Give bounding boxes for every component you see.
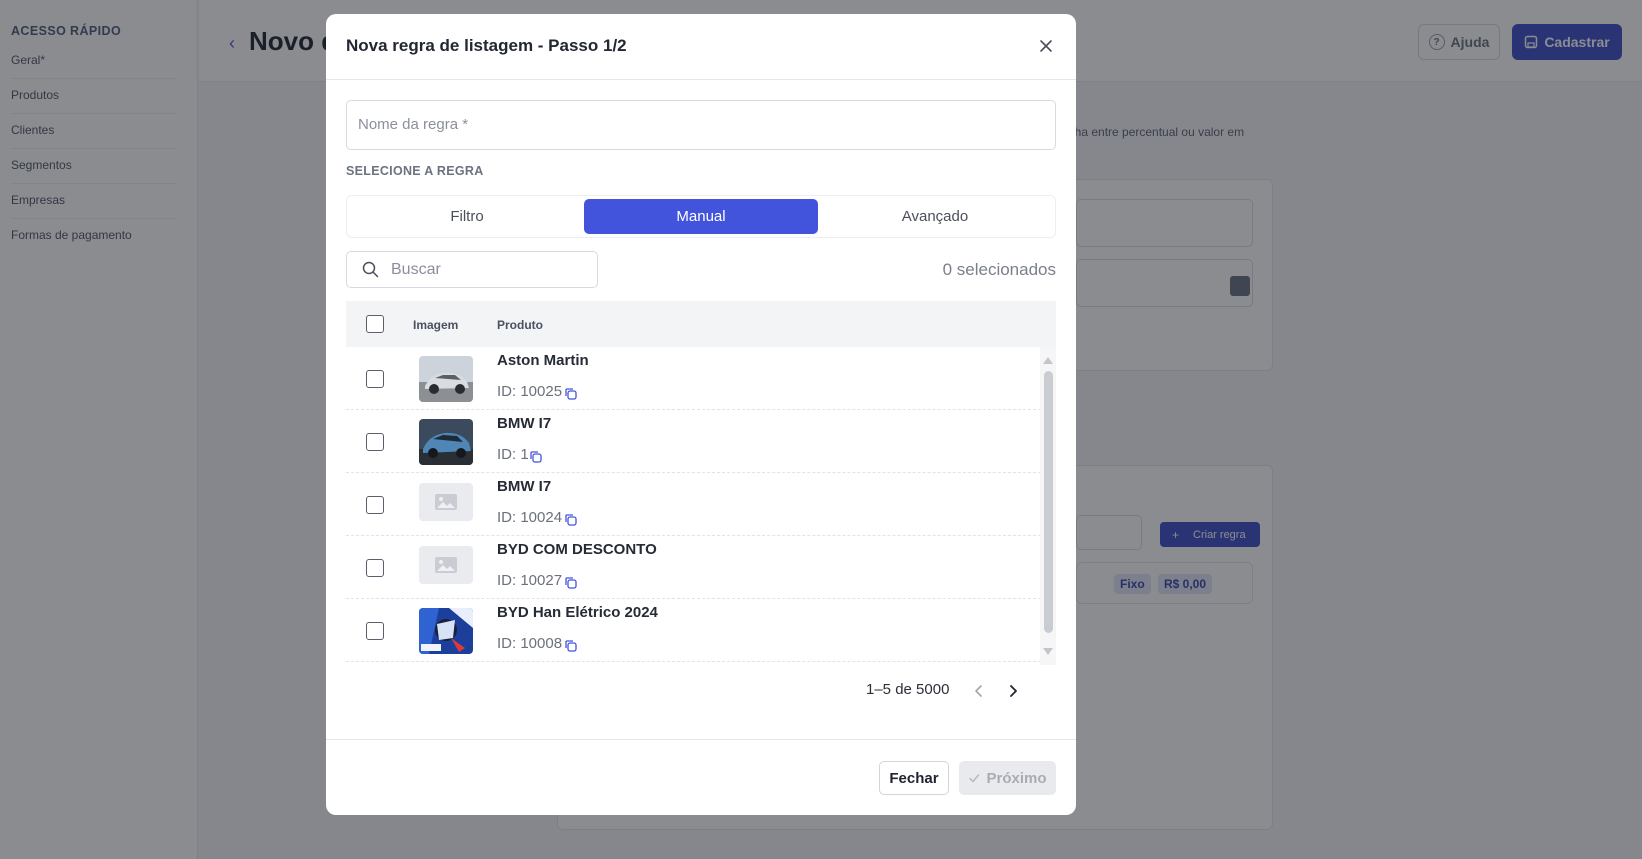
- product-id: ID: 10008: [497, 635, 563, 652]
- rule-name-input[interactable]: Nome da regra *: [346, 100, 1056, 150]
- tab-manual[interactable]: Manual: [584, 199, 818, 234]
- table-row[interactable]: BMW I7 ID: 1: [346, 410, 1056, 473]
- tab-avancado[interactable]: Avançado: [818, 199, 1052, 234]
- copy-icon[interactable]: [564, 639, 578, 653]
- product-id: ID: 10024: [497, 509, 563, 526]
- product-image: [419, 419, 473, 465]
- table-scrollbar[interactable]: [1040, 347, 1056, 665]
- product-id: ID: 1: [497, 446, 529, 463]
- row-checkbox[interactable]: [366, 370, 384, 388]
- product-image: [419, 608, 473, 654]
- close-button[interactable]: Fechar: [879, 761, 949, 795]
- table-row[interactable]: Aston Martin ID: 10025: [346, 347, 1056, 410]
- check-icon: [969, 774, 980, 783]
- copy-icon[interactable]: [564, 387, 578, 401]
- table-row[interactable]: BYD Han Elétrico 2024 ID: 10008: [346, 599, 1056, 662]
- row-checkbox[interactable]: [366, 433, 384, 451]
- table-row[interactable]: BMW I7 ID: 10024: [346, 473, 1056, 536]
- scroll-down-arrow-icon[interactable]: [1043, 648, 1053, 655]
- search-input[interactable]: [391, 260, 571, 279]
- image-placeholder-icon: [419, 546, 473, 584]
- row-checkbox[interactable]: [366, 559, 384, 577]
- table-row[interactable]: BYD COM DESCONTO ID: 10027: [346, 536, 1056, 599]
- scroll-up-arrow-icon[interactable]: [1043, 357, 1053, 364]
- selected-count: 0 selecionados: [942, 260, 1056, 279]
- tab-filtro[interactable]: Filtro: [350, 199, 584, 234]
- product-table: Imagem Produto Aston Martin ID: 10025 BM: [346, 301, 1056, 665]
- select-rule-label: SELECIONE A REGRA: [346, 164, 484, 178]
- copy-icon[interactable]: [564, 576, 578, 590]
- table-header: Imagem Produto: [346, 301, 1056, 347]
- image-placeholder-icon: [419, 483, 473, 521]
- close-icon[interactable]: [1036, 36, 1056, 56]
- column-header-image: Imagem: [413, 318, 459, 332]
- modal-title: Nova regra de listagem - Passo 1/2: [346, 36, 627, 55]
- modal-footer: Fechar Próximo: [326, 739, 1076, 815]
- next-button-label: Próximo: [986, 769, 1047, 787]
- row-checkbox[interactable]: [366, 622, 384, 640]
- row-checkbox[interactable]: [366, 496, 384, 514]
- next-button[interactable]: Próximo: [959, 761, 1056, 795]
- product-id: ID: 10027: [497, 572, 563, 589]
- product-name: BMW I7: [497, 415, 552, 432]
- column-header-product: Produto: [497, 318, 543, 332]
- chevron-right-icon[interactable]: [1004, 682, 1022, 700]
- copy-icon[interactable]: [564, 513, 578, 527]
- product-id: ID: 10025: [497, 383, 563, 400]
- copy-icon[interactable]: [529, 450, 543, 464]
- rule-type-tabs: Filtro Manual Avançado: [346, 195, 1056, 238]
- product-name: BYD Han Elétrico 2024: [497, 604, 658, 621]
- product-image: [419, 356, 473, 402]
- scroll-thumb[interactable]: [1044, 371, 1053, 633]
- product-name: BMW I7: [497, 478, 552, 495]
- product-name: BYD COM DESCONTO: [497, 541, 657, 558]
- select-all-checkbox[interactable]: [366, 315, 384, 333]
- product-search[interactable]: [346, 251, 598, 288]
- chevron-left-icon[interactable]: [970, 682, 988, 700]
- modal-header: Nova regra de listagem - Passo 1/2: [326, 14, 1076, 80]
- product-name: Aston Martin: [497, 352, 589, 369]
- new-listing-rule-modal: Nova regra de listagem - Passo 1/2 Nome …: [326, 14, 1076, 815]
- pagination-range: 1–5 de 5000: [866, 681, 950, 698]
- search-icon: [362, 261, 379, 278]
- table-body: Aston Martin ID: 10025 BMW I7 ID: 1 BMW …: [346, 347, 1056, 665]
